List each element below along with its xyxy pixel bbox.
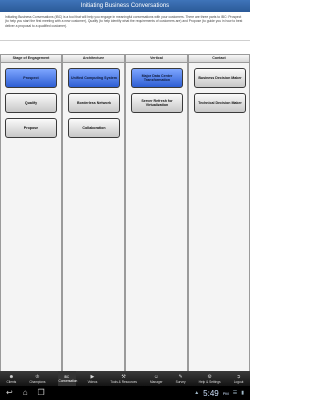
app-nav-bar: ☻ Clients ♔ Champions IBC Conversation ▶…: [0, 371, 250, 386]
propose-button[interactable]: Propose: [5, 118, 57, 138]
home-icon[interactable]: ⌂: [23, 387, 28, 399]
divider: [0, 40, 250, 41]
nav-label: Manager: [150, 379, 163, 384]
back-icon[interactable]: ↩: [6, 387, 13, 399]
prospect-button[interactable]: Prospect: [5, 68, 57, 88]
column-stage: Prospect Qualify Propose: [0, 63, 62, 371]
column-contact: Business Decision Maker Technical Decisi…: [188, 63, 250, 371]
nav-videos[interactable]: ▶ Videos: [87, 371, 99, 386]
column-vertical: Major Data Center Transformation Server …: [125, 63, 188, 371]
qualify-button[interactable]: Qualify: [5, 93, 57, 113]
notification-icon: ▲: [194, 390, 200, 396]
recent-apps-icon[interactable]: ❐: [38, 387, 45, 399]
system-bar: ↩ ⌂ ❐ ▲ 5:49 PM ☰ ▮: [0, 386, 250, 400]
app-title: Initiating Business Conversations: [80, 3, 170, 9]
nav-label: IBC Conversation: [58, 374, 78, 383]
wifi-icon: ☰: [232, 390, 238, 396]
nav-label: Survey: [175, 379, 186, 384]
clock-ampm: PM: [222, 390, 229, 396]
nav-label: Help & Settings: [198, 379, 221, 384]
nav-help-settings[interactable]: ⚙ Help & Settings: [198, 371, 222, 386]
column-header-contact: Contact: [188, 54, 250, 63]
column-header-architecture: Architecture: [62, 54, 125, 63]
business-decision-maker-button[interactable]: Business Decision Maker: [194, 68, 246, 88]
nav-label: Logout: [233, 379, 244, 384]
unified-computing-system-button[interactable]: Unified Computing System: [68, 68, 120, 88]
nav-label: Champions: [29, 379, 46, 384]
nav-manager[interactable]: ☺ Manager: [149, 371, 164, 386]
nav-label: Clients: [6, 379, 17, 384]
column-header-stage: Stage of Engagement: [0, 54, 62, 63]
nav-champions[interactable]: ♔ Champions: [28, 371, 46, 386]
borderless-network-button[interactable]: Borderless Network: [68, 93, 120, 113]
nav-clients[interactable]: ☻ Clients: [6, 371, 18, 386]
nav-logout[interactable]: ➲ Logout: [233, 371, 245, 386]
server-refresh-button[interactable]: Server Refresh for Virtualization: [131, 93, 183, 113]
nav-label: Videos: [87, 379, 98, 384]
app-title-bar: Initiating Business Conversations: [0, 0, 250, 12]
collaboration-button[interactable]: Collaboration: [68, 118, 120, 138]
column-header-vertical: Vertical: [125, 54, 188, 63]
nav-tools-resources[interactable]: ⚒ Tools & Resources: [109, 371, 138, 386]
battery-icon: ▮: [241, 390, 244, 396]
major-data-center-transformation-button[interactable]: Major Data Center Transformation: [131, 68, 183, 88]
nav-label: Tools & Resources: [110, 379, 137, 384]
technical-decision-maker-button[interactable]: Technical Decision Maker: [194, 93, 246, 113]
nav-ibc-conversation[interactable]: IBC Conversation: [57, 371, 78, 386]
column-architecture: Unified Computing System Borderless Netw…: [62, 63, 125, 371]
intro-text: Initiating Business Conversations (IBC) …: [5, 15, 243, 28]
clock-time: 5:49: [203, 388, 219, 398]
nav-survey[interactable]: ✎ Survey: [175, 371, 187, 386]
